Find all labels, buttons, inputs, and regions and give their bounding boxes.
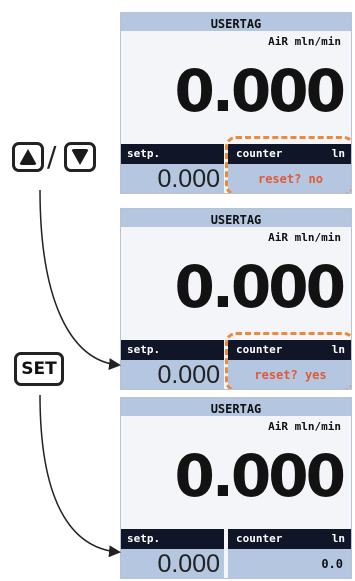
up-key-button[interactable] <box>12 142 44 172</box>
key-separator: / <box>47 140 57 173</box>
up-triangle-icon <box>19 149 37 165</box>
flow-arrows <box>39 189 121 558</box>
down-triangle-icon <box>71 149 89 165</box>
down-key-button[interactable] <box>64 142 96 172</box>
set-key-button[interactable]: SET <box>14 352 64 386</box>
arrow-to-screen-3 <box>39 394 121 558</box>
arrow-to-screen-2 <box>39 189 121 371</box>
